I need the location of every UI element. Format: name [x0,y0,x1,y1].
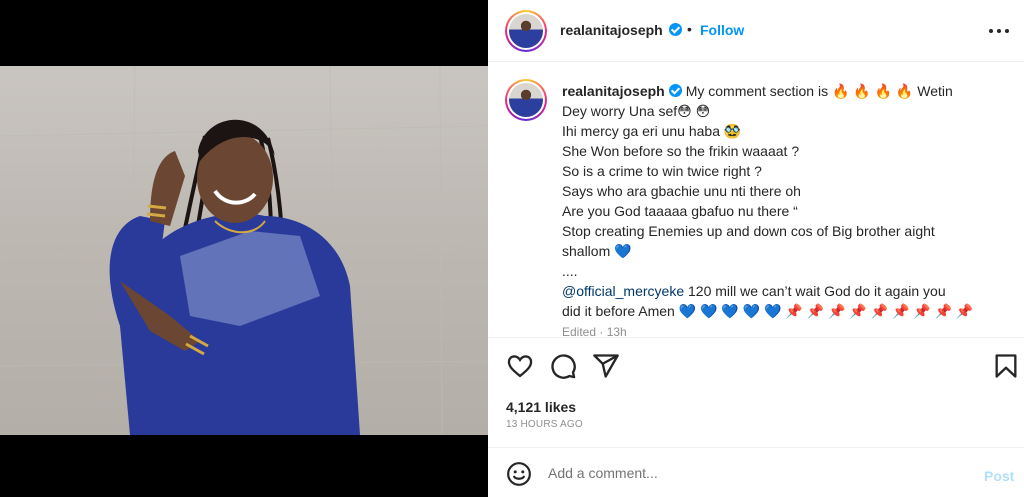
caption-line: Dey worry Una sef😳 😳 [562,103,711,119]
verified-badge-icon [669,23,682,36]
heart-icon[interactable] [506,352,534,380]
caption-line: realanitajoseph My comment section is 🔥 🔥… [562,81,992,101]
add-comment-bar: Post [488,447,1024,497]
post-comment-button[interactable]: Post [984,468,1014,484]
verified-badge-icon [668,84,682,97]
share-icon[interactable] [592,352,620,380]
more-options-icon[interactable] [988,20,1012,40]
follow-button[interactable]: Follow [700,22,744,38]
post-photo[interactable] [0,66,488,435]
caption-text: realanitajoseph My comment section is 🔥 🔥… [562,81,992,321]
caption-line: Ihi mercy ga eri unu haba 🥸 [562,123,742,139]
header-avatar[interactable] [505,10,547,52]
caption-line: .... [562,263,578,279]
caption-line: Says who ara gbachie unu nti there oh [562,183,801,199]
post-photo-illustration [0,66,488,435]
caption-line: @official_mercyeke 120 mill we can’t wai… [562,281,992,301]
action-bar [488,337,1024,397]
caption-line: Stop creating Enemies up and down cos of… [562,223,935,239]
caption-section: realanitajoseph My comment section is 🔥 🔥… [488,63,1024,337]
comment-input[interactable] [548,461,968,485]
caption-line: So is a crime to win twice right ? [562,163,762,179]
edited-timestamp: Edited · 13h [562,325,627,337]
post-timestamp[interactable]: 13 HOURS AGO [506,419,583,430]
caption-line: did it before Amen 💙 💙 💙 💙 💙 📌 📌 📌 📌 📌 📌… [562,303,974,319]
caption-avatar[interactable] [505,79,547,121]
comment-icon[interactable] [549,352,577,380]
avatar-image [509,14,543,48]
more-dot [997,29,1001,33]
likes-count[interactable]: 4,121 likes [506,399,576,415]
bookmark-icon[interactable] [992,352,1020,380]
post-media [0,0,488,497]
more-dot [1005,29,1009,33]
post-header: realanitajoseph • Follow [488,0,1024,62]
caption-username[interactable]: realanitajoseph [562,83,665,99]
caption-line: shallom 💙 [562,243,632,259]
more-dot [989,29,993,33]
emoji-icon[interactable] [506,461,532,487]
caption-line: She Won before so the frikin waaaat ? [562,143,800,159]
caption-line: Are you God taaaaa gbafuo nu there “ [562,203,798,219]
caption-line-text: 120 mill we can’t wait God do it again y… [684,283,946,299]
caption-line-text: My comment section is 🔥 🔥 🔥 🔥 Wetin [685,83,953,99]
header-username[interactable]: realanitajoseph [560,22,663,38]
post-side-panel: realanitajoseph • Follow realanitajoseph… [488,0,1024,497]
separator-dot: • [687,21,692,37]
avatar-image [509,83,543,117]
mention-link[interactable]: @official_mercyeke [562,283,684,299]
